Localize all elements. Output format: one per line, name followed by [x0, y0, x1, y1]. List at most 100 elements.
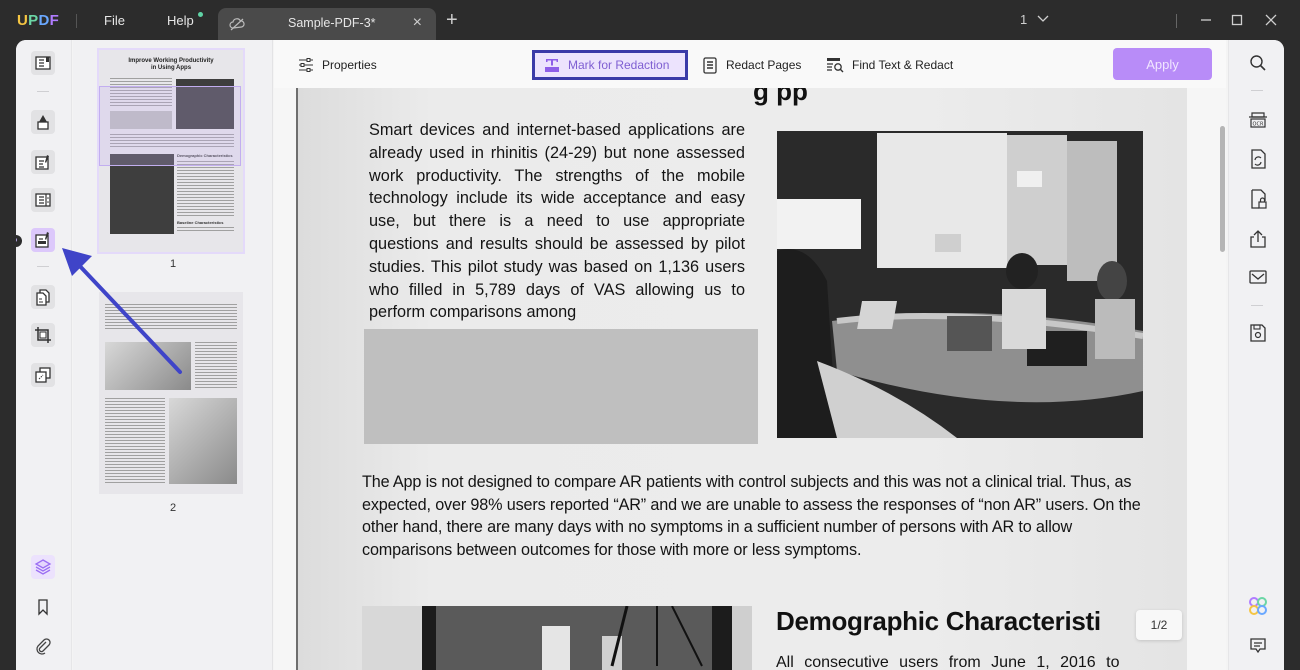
office-photo: [362, 606, 752, 670]
find-text-redact-button[interactable]: Find Text & Redact: [818, 50, 961, 80]
comment-mode-button[interactable]: [31, 110, 55, 134]
thumbnail-panel: Improve Working Productivity in Using Ap…: [73, 40, 273, 670]
thumb-text: [105, 304, 237, 330]
share-button[interactable]: [1247, 228, 1269, 250]
redact-icon: [35, 232, 49, 248]
page-thumbnail-2[interactable]: [99, 292, 243, 494]
close-window-icon[interactable]: [1261, 10, 1281, 30]
crop-button[interactable]: [31, 323, 55, 347]
active-indicator: [16, 235, 22, 247]
menu-help[interactable]: Help: [167, 13, 194, 28]
find-text-redact-label: Find Text & Redact: [852, 58, 954, 72]
tab-sample-pdf[interactable]: Sample-PDF-3* ×: [218, 8, 436, 40]
app-window: Improve Working Productivity in Using Ap…: [16, 40, 1284, 670]
sliders-icon: [299, 58, 313, 72]
organize-pages-icon: [36, 289, 50, 306]
cloud-off-icon: [229, 18, 245, 31]
section-heading: Demographic Characteristi: [776, 606, 1101, 636]
combine-icon: [35, 367, 51, 383]
ai-assistant-icon: [1249, 597, 1267, 615]
updf-logo: UPDF: [17, 12, 60, 29]
page-number-1: 1: [169, 258, 177, 270]
paragraph-intro: Smart devices and internet-based applica…: [369, 121, 745, 322]
organize-pages-button[interactable]: [31, 285, 55, 309]
convert-button[interactable]: [1247, 148, 1269, 170]
book-icon: [35, 56, 51, 70]
thumb-image: [169, 398, 237, 484]
new-tab-button[interactable]: +: [446, 9, 458, 32]
meeting-photo-graphic: [777, 131, 1143, 438]
form-icon: [35, 193, 51, 207]
divider: [76, 14, 77, 28]
comment-list-icon: [1250, 638, 1266, 654]
mark-for-redaction-label: Mark for Redaction: [568, 58, 670, 72]
thumb-text: [105, 398, 165, 484]
ocr-button[interactable]: OCR: [1247, 109, 1269, 131]
apply-button[interactable]: Apply: [1113, 48, 1212, 80]
layers-button[interactable]: [31, 555, 55, 579]
protect-button[interactable]: [1247, 188, 1269, 210]
tab-title: Sample-PDF-3*: [288, 16, 376, 30]
page-number-2: 2: [169, 502, 177, 514]
meeting-photo: [777, 131, 1143, 438]
combine-button[interactable]: [31, 363, 55, 387]
redaction-toolbar: Properties Mark for Redaction Redact Pag…: [274, 40, 1226, 88]
window-selector[interactable]: 1: [1020, 12, 1049, 27]
page-indicator: 1/2: [1136, 610, 1182, 640]
attachment-button[interactable]: [31, 634, 55, 658]
page-thumbnail-1[interactable]: Improve Working Productivity in Using Ap…: [97, 48, 245, 254]
find-redact-icon: [827, 58, 844, 73]
thumb-text: [177, 161, 234, 216]
chevron-down-icon: [1037, 15, 1049, 22]
tab-close-icon[interactable]: ×: [413, 14, 422, 32]
office-photo-graphic: [362, 606, 752, 670]
document-area: Properties Mark for Redaction Redact Pag…: [274, 40, 1226, 670]
redaction-mark[interactable]: [364, 329, 758, 444]
properties-label: Properties: [322, 58, 377, 72]
paragraph-demographic: All consecutive users from June 1, 2016 …: [776, 654, 1120, 670]
save-button[interactable]: [1247, 322, 1269, 344]
crop-icon: [35, 327, 51, 343]
pdf-page[interactable]: g pp Smart devices and internet-based ap…: [296, 88, 1187, 670]
redact-pages-button[interactable]: Redact Pages: [694, 50, 809, 80]
thumb-image: [110, 154, 174, 234]
paragraph-app: The App is not designed to compare AR pa…: [362, 473, 1141, 559]
notification-dot: [198, 12, 203, 17]
thumb-image: [105, 342, 191, 390]
thumb-text: [195, 342, 237, 390]
right-toolbar: OCR: [1228, 40, 1284, 670]
mark-for-redaction-button[interactable]: Mark for Redaction: [532, 50, 688, 80]
properties-button[interactable]: Properties: [290, 50, 385, 80]
bookmark-button[interactable]: [31, 595, 55, 619]
form-button[interactable]: [31, 188, 55, 212]
maximize-icon[interactable]: [1227, 10, 1247, 30]
ai-assistant-button[interactable]: [1247, 595, 1269, 617]
reader-mode-button[interactable]: [31, 51, 55, 75]
share-icon: [1250, 230, 1266, 248]
edit-pdf-button[interactable]: [31, 150, 55, 174]
title-bar: UPDF File Help Sample-PDF-3* × + 1: [0, 0, 1300, 40]
menu-file[interactable]: File: [104, 13, 125, 28]
redact-button[interactable]: [31, 228, 55, 252]
email-button[interactable]: [1247, 266, 1269, 288]
ocr-icon: OCR: [1249, 112, 1267, 128]
save-icon: [1250, 324, 1266, 342]
title-fragment: g pp: [753, 88, 808, 106]
thumb-text: [177, 227, 234, 233]
vertical-scrollbar[interactable]: [1220, 126, 1225, 252]
protect-icon: [1251, 189, 1267, 209]
thumb-title: Improve Working Productivity: [128, 58, 214, 64]
comments-button[interactable]: [1247, 635, 1269, 657]
minimize-icon[interactable]: [1196, 10, 1216, 30]
divider: [1251, 305, 1263, 306]
convert-icon: [1251, 149, 1266, 169]
redact-pages-label: Redact Pages: [726, 58, 802, 72]
divider: [1251, 90, 1263, 91]
search-button[interactable]: [1247, 52, 1269, 74]
divider: [1176, 14, 1177, 28]
thumb-subtitle: in Using Apps: [150, 65, 192, 71]
mark-redaction-icon: [545, 59, 559, 72]
viewport-indicator[interactable]: [99, 86, 241, 166]
email-icon: [1249, 270, 1267, 284]
search-icon: [1250, 55, 1266, 71]
